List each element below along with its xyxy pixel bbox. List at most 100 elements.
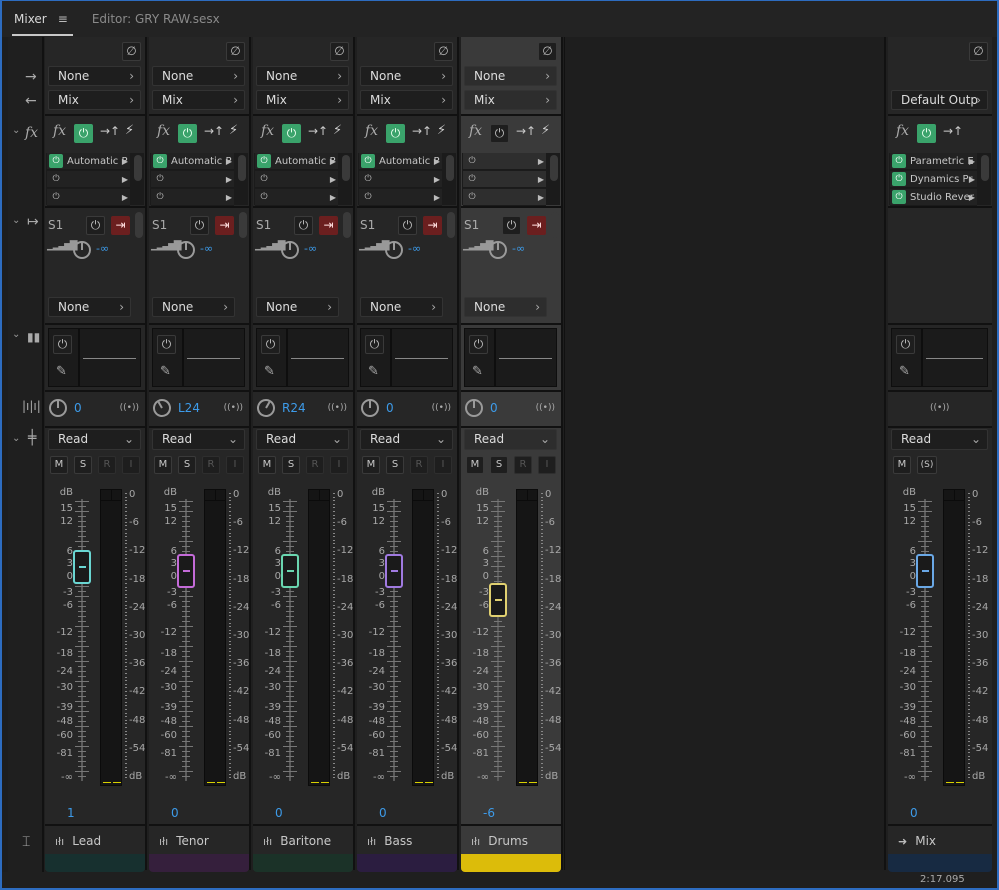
eq-power-button[interactable]: ⏻ <box>896 335 915 354</box>
fader-handle[interactable] <box>281 554 299 588</box>
send-output-select[interactable]: None › <box>152 297 235 317</box>
panel-menu-icon[interactable]: ≡ <box>58 12 68 26</box>
fx-slot[interactable]: ⏻ ▶ <box>463 153 546 170</box>
fx-slot-power-icon[interactable]: ⏻ <box>257 172 271 186</box>
channel-strip[interactable]: ∅ None › Mix › fx ⏻ →↑ ⚡ ⏻ Automatic P ▶ ⏻ ▶ ⏻ ▶ S1 ⏻ ⇥ ▁▂▃… <box>45 37 147 872</box>
fx-slot-power-icon[interactable]: ⏻ <box>465 154 479 168</box>
fx-slot-power-icon[interactable]: ⏻ <box>465 172 479 186</box>
fx-slot-power-icon[interactable]: ⏻ <box>257 190 271 204</box>
fx-slot-expand-icon[interactable]: ▶ <box>122 189 128 206</box>
record-arm-button[interactable]: R <box>306 456 324 474</box>
bolt-icon[interactable]: ⚡ <box>125 123 134 138</box>
fx-slot-expand-icon[interactable]: ▶ <box>969 171 975 188</box>
eq-power-button[interactable]: ⏻ <box>261 335 280 354</box>
fx-power-button[interactable]: ⏻ <box>282 124 301 143</box>
send-volume-knob[interactable] <box>177 241 195 259</box>
output-select[interactable]: Mix › <box>256 90 349 110</box>
stereo-icon[interactable]: ((•)) <box>224 403 243 413</box>
send-pre-post-button[interactable]: ⇥ <box>527 216 546 235</box>
eq-edit-pencil-icon[interactable]: ✎ <box>368 364 379 379</box>
input-select[interactable]: None › <box>48 66 141 86</box>
track-name[interactable]: ıłı Tenor <box>149 828 249 854</box>
fx-slot-expand-icon[interactable]: ▶ <box>330 153 336 170</box>
eq-curve[interactable] <box>187 358 240 359</box>
output-select[interactable]: Mix › <box>48 90 141 110</box>
track-name[interactable]: ıłı Drums <box>461 828 561 854</box>
fx-slot[interactable]: ⏻ Automatic P ▶ <box>255 153 338 170</box>
output-select[interactable]: Mix › <box>152 90 245 110</box>
pre-post-fader-icon[interactable]: →↑ <box>412 124 432 138</box>
fx-slot-expand-icon[interactable]: ▶ <box>434 171 440 188</box>
input-monitor-button[interactable]: I <box>434 456 452 474</box>
stereo-icon[interactable]: ((•)) <box>328 403 347 413</box>
input-monitor-button[interactable]: I <box>330 456 348 474</box>
volume-value[interactable]: 0 <box>910 806 918 820</box>
fx-slot-expand-icon[interactable]: ▶ <box>434 189 440 206</box>
fx-slot-expand-icon[interactable]: ▶ <box>434 153 440 170</box>
send-output-select[interactable]: None › <box>360 297 443 317</box>
send-pre-post-button[interactable]: ⇥ <box>319 216 338 235</box>
fx-slot-power-icon[interactable]: ⏻ <box>49 190 63 204</box>
eq-curve[interactable] <box>499 358 552 359</box>
automation-mode-select[interactable]: Read ⌄ <box>891 429 988 450</box>
send-power-button[interactable]: ⏻ <box>294 216 313 235</box>
automation-mode-select[interactable]: Read ⌄ <box>360 429 453 450</box>
send-output-select[interactable]: None › <box>48 297 131 317</box>
tab-mixer[interactable]: Mixer <box>12 8 73 36</box>
eq-curve[interactable] <box>395 358 448 359</box>
phase-invert-icon[interactable]: ∅ <box>122 42 141 61</box>
fx-slot-power-icon[interactable]: ⏻ <box>465 190 479 204</box>
send-power-button[interactable]: ⏻ <box>190 216 209 235</box>
fx-slot-power-icon[interactable]: ⏻ <box>49 172 63 186</box>
fader-collapse-chevron[interactable]: ⌄ <box>12 433 20 444</box>
fx-slot-expand-icon[interactable]: ▶ <box>226 153 232 170</box>
mute-button[interactable]: M <box>466 456 484 474</box>
fx-slot-power-icon[interactable]: ⏻ <box>153 154 167 168</box>
eq-collapse-chevron[interactable]: ⌄ <box>12 329 20 340</box>
fx-slot-expand-icon[interactable]: ▶ <box>122 153 128 170</box>
send-power-button[interactable]: ⏻ <box>398 216 417 235</box>
send-pre-post-button[interactable]: ⇥ <box>423 216 442 235</box>
solo-button[interactable]: S <box>74 456 92 474</box>
eq-curve[interactable] <box>926 358 983 359</box>
fx-slot-power-icon[interactable]: ⏻ <box>892 154 906 168</box>
input-select[interactable]: None › <box>464 66 557 86</box>
channel-strip[interactable]: ∅ None › Mix › fx ⏻ →↑ ⚡ ⏻ Automatic P ▶ ⏻ ▶ ⏻ ▶ S1 ⏻ ⇥ ▁▂▃… <box>253 37 355 872</box>
fx-scrollbar[interactable] <box>238 155 246 181</box>
eq-edit-pencil-icon[interactable]: ✎ <box>56 364 67 379</box>
fx-slot[interactable]: ⏻ ▶ <box>151 189 234 206</box>
volume-value[interactable]: 0 <box>379 806 387 820</box>
fx-slot-expand-icon[interactable]: ▶ <box>330 171 336 188</box>
input-select[interactable]: None › <box>360 66 453 86</box>
fx-slot[interactable]: ⏻ ▶ <box>47 171 130 188</box>
fx-power-button[interactable]: ⏻ <box>490 124 509 143</box>
mute-button[interactable]: M <box>50 456 68 474</box>
fx-slot-power-icon[interactable]: ⏻ <box>892 172 906 186</box>
pre-post-fader-icon[interactable]: →↑ <box>308 124 328 138</box>
eq-power-button[interactable]: ⏻ <box>469 335 488 354</box>
mute-button[interactable]: M <box>362 456 380 474</box>
channel-strip[interactable]: ∅ None › Mix › fx ⏻ →↑ ⚡ ⏻ Automatic P ▶ ⏻ ▶ ⏻ ▶ S1 ⏻ ⇥ ▁▂▃… <box>149 37 251 872</box>
mute-button[interactable]: M <box>258 456 276 474</box>
fx-scrollbar[interactable] <box>134 155 142 181</box>
fx-scrollbar[interactable] <box>550 155 558 181</box>
sends-scrollbar[interactable] <box>551 212 559 238</box>
solo-button[interactable]: S <box>386 456 404 474</box>
fx-slot[interactable]: ⏻ Studio Rever ▶ <box>890 189 977 206</box>
send-power-button[interactable]: ⏻ <box>502 216 521 235</box>
sends-collapse-chevron[interactable]: ⌄ <box>12 215 20 226</box>
fx-slot[interactable]: ⏻ ▶ <box>255 171 338 188</box>
fx-slot-expand-icon[interactable]: ▶ <box>538 153 544 170</box>
track-name[interactable]: ıłı Lead <box>45 828 145 854</box>
eq-edit-pencil-icon[interactable]: ✎ <box>899 364 910 379</box>
fx-power-button[interactable]: ⏻ <box>917 124 936 143</box>
clip-indicator[interactable] <box>309 490 329 501</box>
clip-indicator[interactable] <box>101 490 121 501</box>
fx-power-button[interactable]: ⏻ <box>74 124 93 143</box>
fx-slot[interactable]: ⏻ ▶ <box>359 189 442 206</box>
pan-knob[interactable] <box>361 399 379 417</box>
send-power-button[interactable]: ⏻ <box>86 216 105 235</box>
fx-power-button[interactable]: ⏻ <box>178 124 197 143</box>
fx-slot[interactable]: ⏻ Automatic P ▶ <box>47 153 130 170</box>
tab-editor[interactable]: Editor: GRY RAW.sesx <box>92 12 220 26</box>
